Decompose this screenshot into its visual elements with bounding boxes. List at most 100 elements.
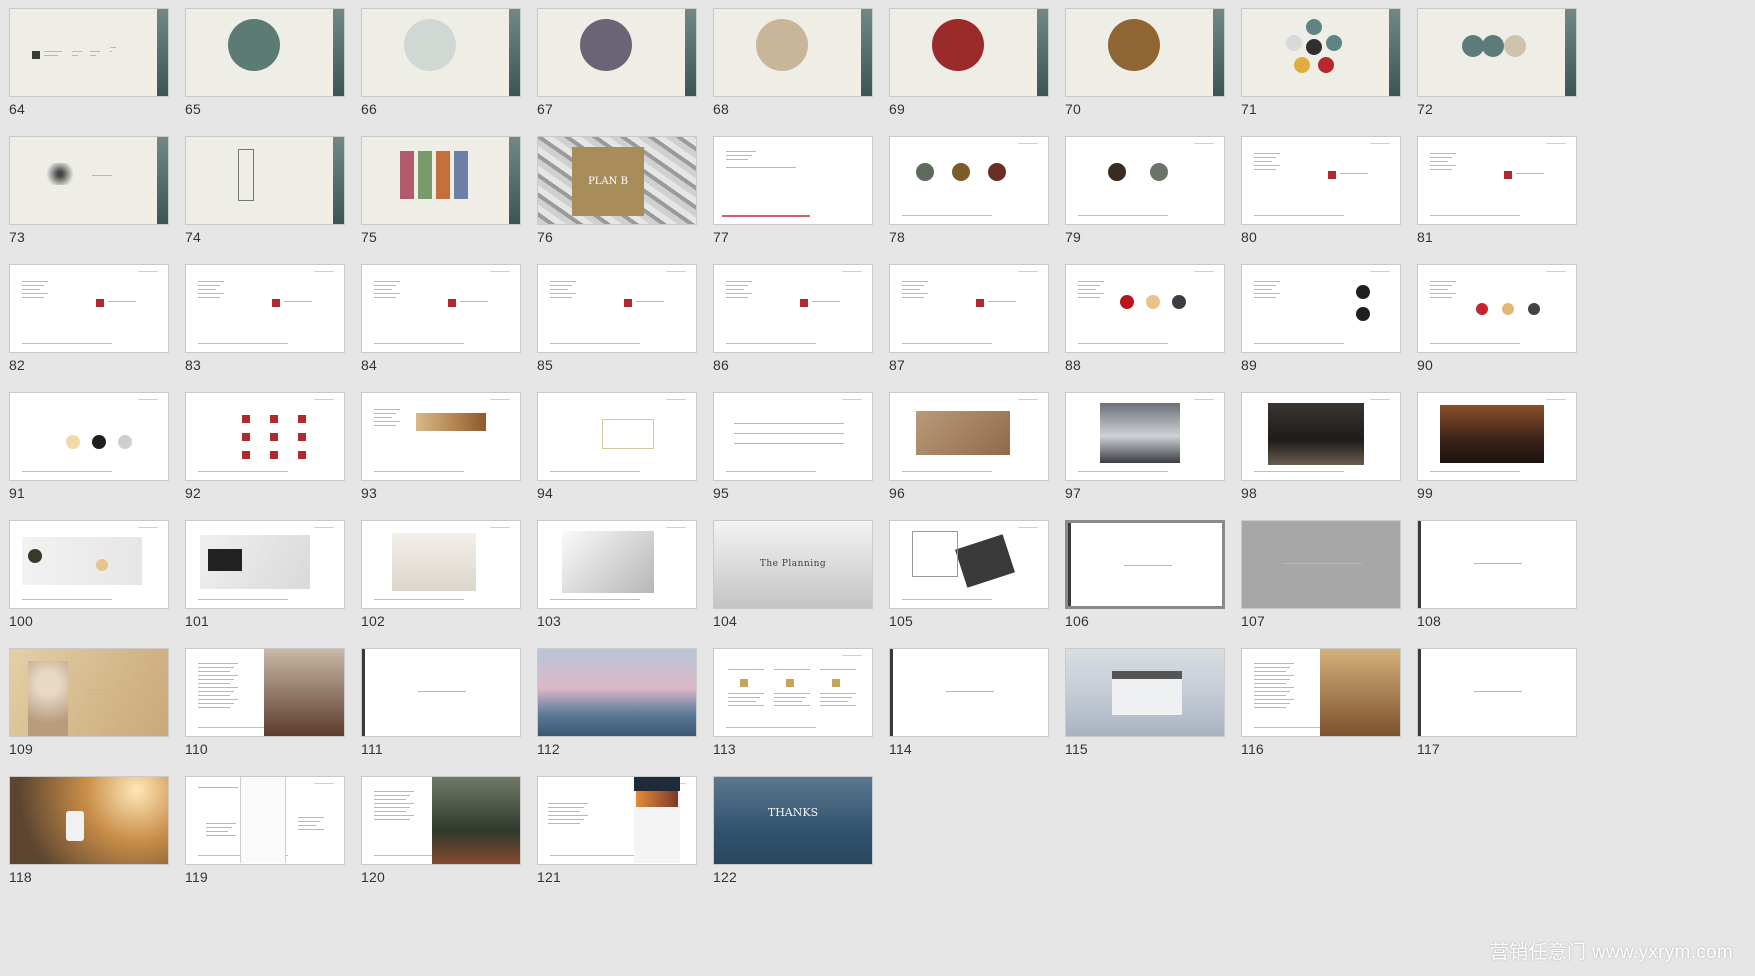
slide-thumbnail[interactable] — [713, 136, 873, 225]
slide-thumbnail[interactable] — [1417, 136, 1577, 225]
slide-item[interactable]: 97 — [1065, 392, 1227, 516]
slide-thumbnail[interactable] — [9, 8, 169, 97]
slide-item[interactable]: 75 — [361, 136, 523, 260]
slide-thumbnail[interactable]: THANKS — [713, 776, 873, 865]
slide-thumbnail[interactable] — [1417, 8, 1577, 97]
slide-thumbnail[interactable] — [537, 648, 697, 737]
slide-item[interactable]: 106 — [1065, 520, 1227, 644]
slide-thumbnail[interactable] — [185, 264, 345, 353]
slide-item[interactable]: 102 — [361, 520, 523, 644]
slide-thumbnail[interactable] — [361, 392, 521, 481]
slide-item[interactable]: 82 — [9, 264, 171, 388]
slide-item[interactable]: 91 — [9, 392, 171, 516]
slide-item[interactable]: 109 — [9, 648, 171, 772]
slide-thumbnail[interactable] — [889, 264, 1049, 353]
slide-item[interactable]: 112 — [537, 648, 699, 772]
slide-thumbnail[interactable] — [1241, 264, 1401, 353]
slide-item[interactable]: 68 — [713, 8, 875, 132]
slide-item[interactable]: 110 — [185, 648, 347, 772]
slide-item[interactable]: 80 — [1241, 136, 1403, 260]
slide-item[interactable]: 99 — [1417, 392, 1579, 516]
slide-thumbnail[interactable] — [713, 264, 873, 353]
slide-item[interactable]: 72 — [1417, 8, 1579, 132]
slide-thumbnail[interactable] — [889, 8, 1049, 97]
slide-item[interactable]: 77 — [713, 136, 875, 260]
slide-item[interactable]: 101 — [185, 520, 347, 644]
slide-item[interactable]: THANKS 122 — [713, 776, 875, 900]
slide-item[interactable]: 86 — [713, 264, 875, 388]
slide-item[interactable]: 67 — [537, 8, 699, 132]
slide-thumbnail[interactable] — [9, 520, 169, 609]
slide-item[interactable]: 121 — [537, 776, 699, 900]
slide-thumbnail[interactable] — [9, 136, 169, 225]
slide-item[interactable]: 89 — [1241, 264, 1403, 388]
slide-thumbnail[interactable] — [1065, 392, 1225, 481]
slide-item[interactable]: 98 — [1241, 392, 1403, 516]
slide-item[interactable]: 95 — [713, 392, 875, 516]
slide-thumbnail[interactable] — [889, 648, 1049, 737]
slide-item[interactable]: 92 — [185, 392, 347, 516]
slide-thumbnail[interactable] — [1417, 648, 1577, 737]
slide-thumbnail[interactable] — [9, 776, 169, 865]
slide-thumbnail[interactable] — [1065, 264, 1225, 353]
slide-thumbnail[interactable] — [537, 264, 697, 353]
slide-item[interactable]: 100 — [9, 520, 171, 644]
slide-thumbnail[interactable]: PLAN B — [537, 136, 697, 225]
slide-item[interactable]: 84 — [361, 264, 523, 388]
slide-thumbnail[interactable] — [889, 520, 1049, 609]
slide-thumbnail[interactable] — [1417, 392, 1577, 481]
slide-item[interactable]: 118 — [9, 776, 171, 900]
slide-thumbnail[interactable] — [185, 648, 345, 737]
slide-item[interactable]: 87 — [889, 264, 1051, 388]
slide-item[interactable]: 108 — [1417, 520, 1579, 644]
slide-thumbnail[interactable] — [713, 392, 873, 481]
slide-thumbnail[interactable] — [889, 136, 1049, 225]
slide-thumbnail[interactable] — [361, 264, 521, 353]
slide-item[interactable]: 113 — [713, 648, 875, 772]
slide-item[interactable]: PLAN B 76 — [537, 136, 699, 260]
slide-thumbnail[interactable] — [1241, 8, 1401, 97]
slide-thumbnail[interactable] — [1065, 136, 1225, 225]
slide-thumbnail[interactable] — [537, 8, 697, 97]
slide-thumbnail[interactable] — [1241, 392, 1401, 481]
slide-item[interactable]: 79 — [1065, 136, 1227, 260]
slide-thumbnail[interactable] — [1065, 648, 1225, 737]
slide-thumbnail[interactable] — [1065, 8, 1225, 97]
slide-thumbnail[interactable] — [9, 648, 169, 737]
slide-thumbnail[interactable] — [537, 392, 697, 481]
slide-thumbnail[interactable] — [889, 392, 1049, 481]
slide-thumbnail[interactable] — [537, 520, 697, 609]
slide-thumbnail[interactable] — [185, 776, 345, 865]
slide-item[interactable]: 83 — [185, 264, 347, 388]
slide-thumbnail[interactable] — [361, 776, 521, 865]
slide-item[interactable]: 115 — [1065, 648, 1227, 772]
slide-item[interactable]: 90 — [1417, 264, 1579, 388]
slide-thumbnail[interactable] — [9, 392, 169, 481]
slide-thumbnail[interactable] — [1241, 136, 1401, 225]
slide-item[interactable]: 74 — [185, 136, 347, 260]
slide-thumbnail[interactable] — [713, 8, 873, 97]
slide-item[interactable]: The Planning 104 — [713, 520, 875, 644]
slide-item[interactable]: 88 — [1065, 264, 1227, 388]
slide-thumbnail[interactable] — [9, 264, 169, 353]
slide-item[interactable]: 94 — [537, 392, 699, 516]
slide-thumbnail[interactable] — [1241, 648, 1401, 737]
slide-item[interactable]: 71 — [1241, 8, 1403, 132]
slide-item[interactable]: 107 — [1241, 520, 1403, 644]
slide-item[interactable]: 120 — [361, 776, 523, 900]
slide-thumbnail[interactable] — [1417, 520, 1577, 609]
slide-item[interactable]: 85 — [537, 264, 699, 388]
slide-item[interactable]: 105 — [889, 520, 1051, 644]
slide-item[interactable]: 111 — [361, 648, 523, 772]
slide-item[interactable]: 117 — [1417, 648, 1579, 772]
slide-item[interactable]: 64 — [9, 8, 171, 132]
slide-thumbnail[interactable] — [1065, 520, 1225, 609]
slide-item[interactable]: 116 — [1241, 648, 1403, 772]
slide-thumbnail[interactable] — [537, 776, 697, 865]
slide-item[interactable]: 93 — [361, 392, 523, 516]
slide-thumbnail[interactable] — [361, 8, 521, 97]
slide-item[interactable]: 70 — [1065, 8, 1227, 132]
slide-item[interactable]: 96 — [889, 392, 1051, 516]
slide-thumbnail[interactable] — [1241, 520, 1401, 609]
slide-item[interactable]: 114 — [889, 648, 1051, 772]
